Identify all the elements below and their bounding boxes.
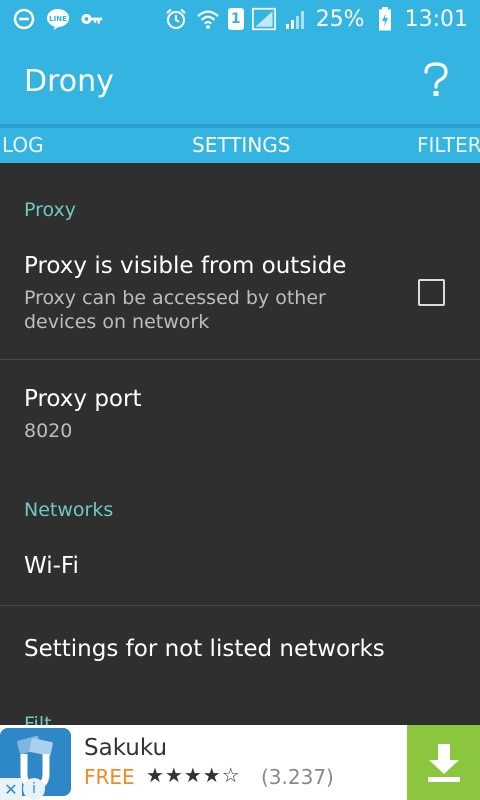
pref-summary-line1: Proxy can be accessed by other (24, 287, 326, 309)
app-bar: Drony (0, 38, 480, 124)
pref-proxy-visible-outside[interactable]: Proxy is visible from outside Proxy can … (0, 239, 480, 359)
ad-app-name[interactable]: Sakuku (84, 735, 167, 761)
section-header-proxy: Proxy (24, 199, 77, 221)
battery-charging-icon (373, 7, 397, 31)
ad-download-button[interactable] (407, 725, 480, 800)
battery-percent: 25% (315, 6, 365, 32)
sim-slot-badge: 1 (227, 8, 244, 30)
ad-rating-count: (3.237) (261, 765, 334, 789)
ad-star-rating: ★★★★☆ (146, 763, 241, 787)
ad-close-button[interactable]: ✕ (0, 778, 22, 800)
ad-banner[interactable]: Sakuku FREE ★★★★☆ (3.237) (0, 725, 480, 800)
question-mark-icon (424, 62, 448, 96)
pref-title: Wi-Fi (24, 553, 79, 579)
proxy-visible-checkbox[interactable] (418, 279, 445, 306)
pref-summary-line2: devices on network (24, 311, 210, 333)
pref-title: Proxy port (24, 386, 142, 412)
pref-proxy-port[interactable]: Proxy port 8020 (0, 360, 480, 460)
ad-price: FREE (84, 765, 135, 789)
tab-log[interactable]: LOG (2, 133, 44, 157)
clock: 13:01 (404, 6, 468, 32)
key-icon (80, 7, 104, 31)
line-app-icon: LINE (46, 7, 70, 31)
download-arrow-icon (427, 743, 460, 782)
tab-strip: LOG SETTINGS FILTER (0, 128, 480, 163)
pref-not-listed-networks[interactable]: Settings for not listed networks (0, 606, 480, 686)
wifi-icon (196, 7, 220, 31)
status-bar: LINE 1 25% 13:01 (0, 0, 480, 38)
section-header-filter: Filt (24, 713, 52, 725)
tab-settings[interactable]: SETTINGS (192, 133, 290, 157)
alarm-icon (164, 7, 188, 31)
ad-info-button[interactable]: i (23, 778, 45, 800)
minus-circle-icon (12, 7, 36, 31)
settings-list[interactable]: Proxy Proxy is visible from outside Prox… (0, 163, 480, 725)
signal-icon (251, 7, 276, 31)
signal-bars-icon (284, 7, 308, 31)
tab-filter[interactable]: FILTER (417, 133, 480, 157)
pref-wifi[interactable]: Wi-Fi (0, 535, 480, 605)
pref-title: Proxy is visible from outside (24, 253, 347, 279)
help-button[interactable] (416, 61, 456, 101)
app-title: Drony (24, 63, 114, 99)
proxy-port-value: 8020 (24, 420, 73, 442)
pref-title: Settings for not listed networks (24, 636, 385, 662)
svg-text:LINE: LINE (49, 15, 67, 23)
section-header-networks: Networks (24, 499, 114, 521)
